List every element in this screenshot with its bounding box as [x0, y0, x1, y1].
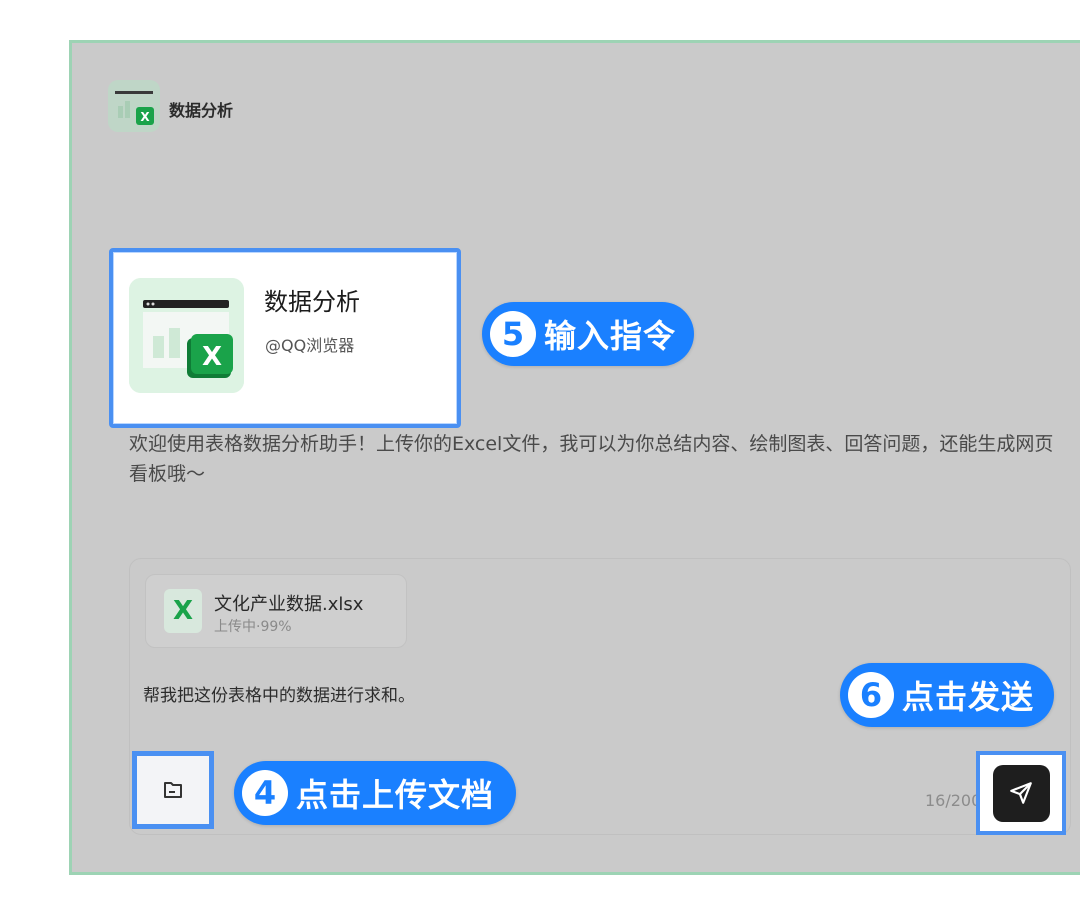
folder-icon — [164, 782, 182, 798]
step-label: 输入指令 — [544, 317, 677, 355]
step-badge-send: 6 点击发送 — [840, 663, 1055, 727]
upload-document-button[interactable] — [132, 751, 214, 829]
message-input-text[interactable]: 帮我把这份表格中的数据进行求和。 — [143, 681, 415, 706]
attached-file-card[interactable]: X 文化产业数据.xlsx 上传中·99% — [145, 574, 407, 648]
app-publisher: @QQ浏览器 — [265, 336, 355, 355]
send-button[interactable] — [976, 751, 1066, 835]
upload-status: 上传中·99% — [214, 619, 292, 635]
character-counter: 16/200 — [925, 791, 982, 810]
app-window: X 数据分析 X 数据分析 @QQ浏览器 5 输入指令 欢迎使用表格数据分析助手… — [69, 40, 1080, 875]
app-info-card: X 数据分析 @QQ浏览器 — [109, 248, 461, 428]
excel-file-icon: X — [164, 589, 202, 633]
step-number: 6 — [848, 672, 894, 718]
send-button-inner[interactable] — [992, 764, 1050, 822]
step-label: 点击上传文档 — [296, 776, 495, 814]
welcome-message: 欢迎使用表格数据分析助手！上传你的Excel文件，我可以为你总结内容、绘制图表、… — [129, 433, 1054, 485]
svg-text:X: X — [202, 342, 222, 372]
app-title: 数据分析 — [169, 101, 234, 120]
excel-icon: X — [140, 110, 150, 124]
step-number: 5 — [490, 311, 536, 357]
file-name: 文化产业数据.xlsx — [214, 594, 364, 615]
paper-plane-icon — [1010, 782, 1032, 804]
excel-icon: X — [129, 278, 244, 393]
step-badge-input: 5 输入指令 — [482, 302, 695, 366]
step-label: 点击发送 — [902, 678, 1035, 716]
step-badge-upload: 4 点击上传文档 — [234, 761, 517, 825]
app-icon-small: X — [108, 80, 160, 132]
step-number: 4 — [242, 770, 288, 816]
app-card-title: 数据分析 — [264, 288, 360, 316]
